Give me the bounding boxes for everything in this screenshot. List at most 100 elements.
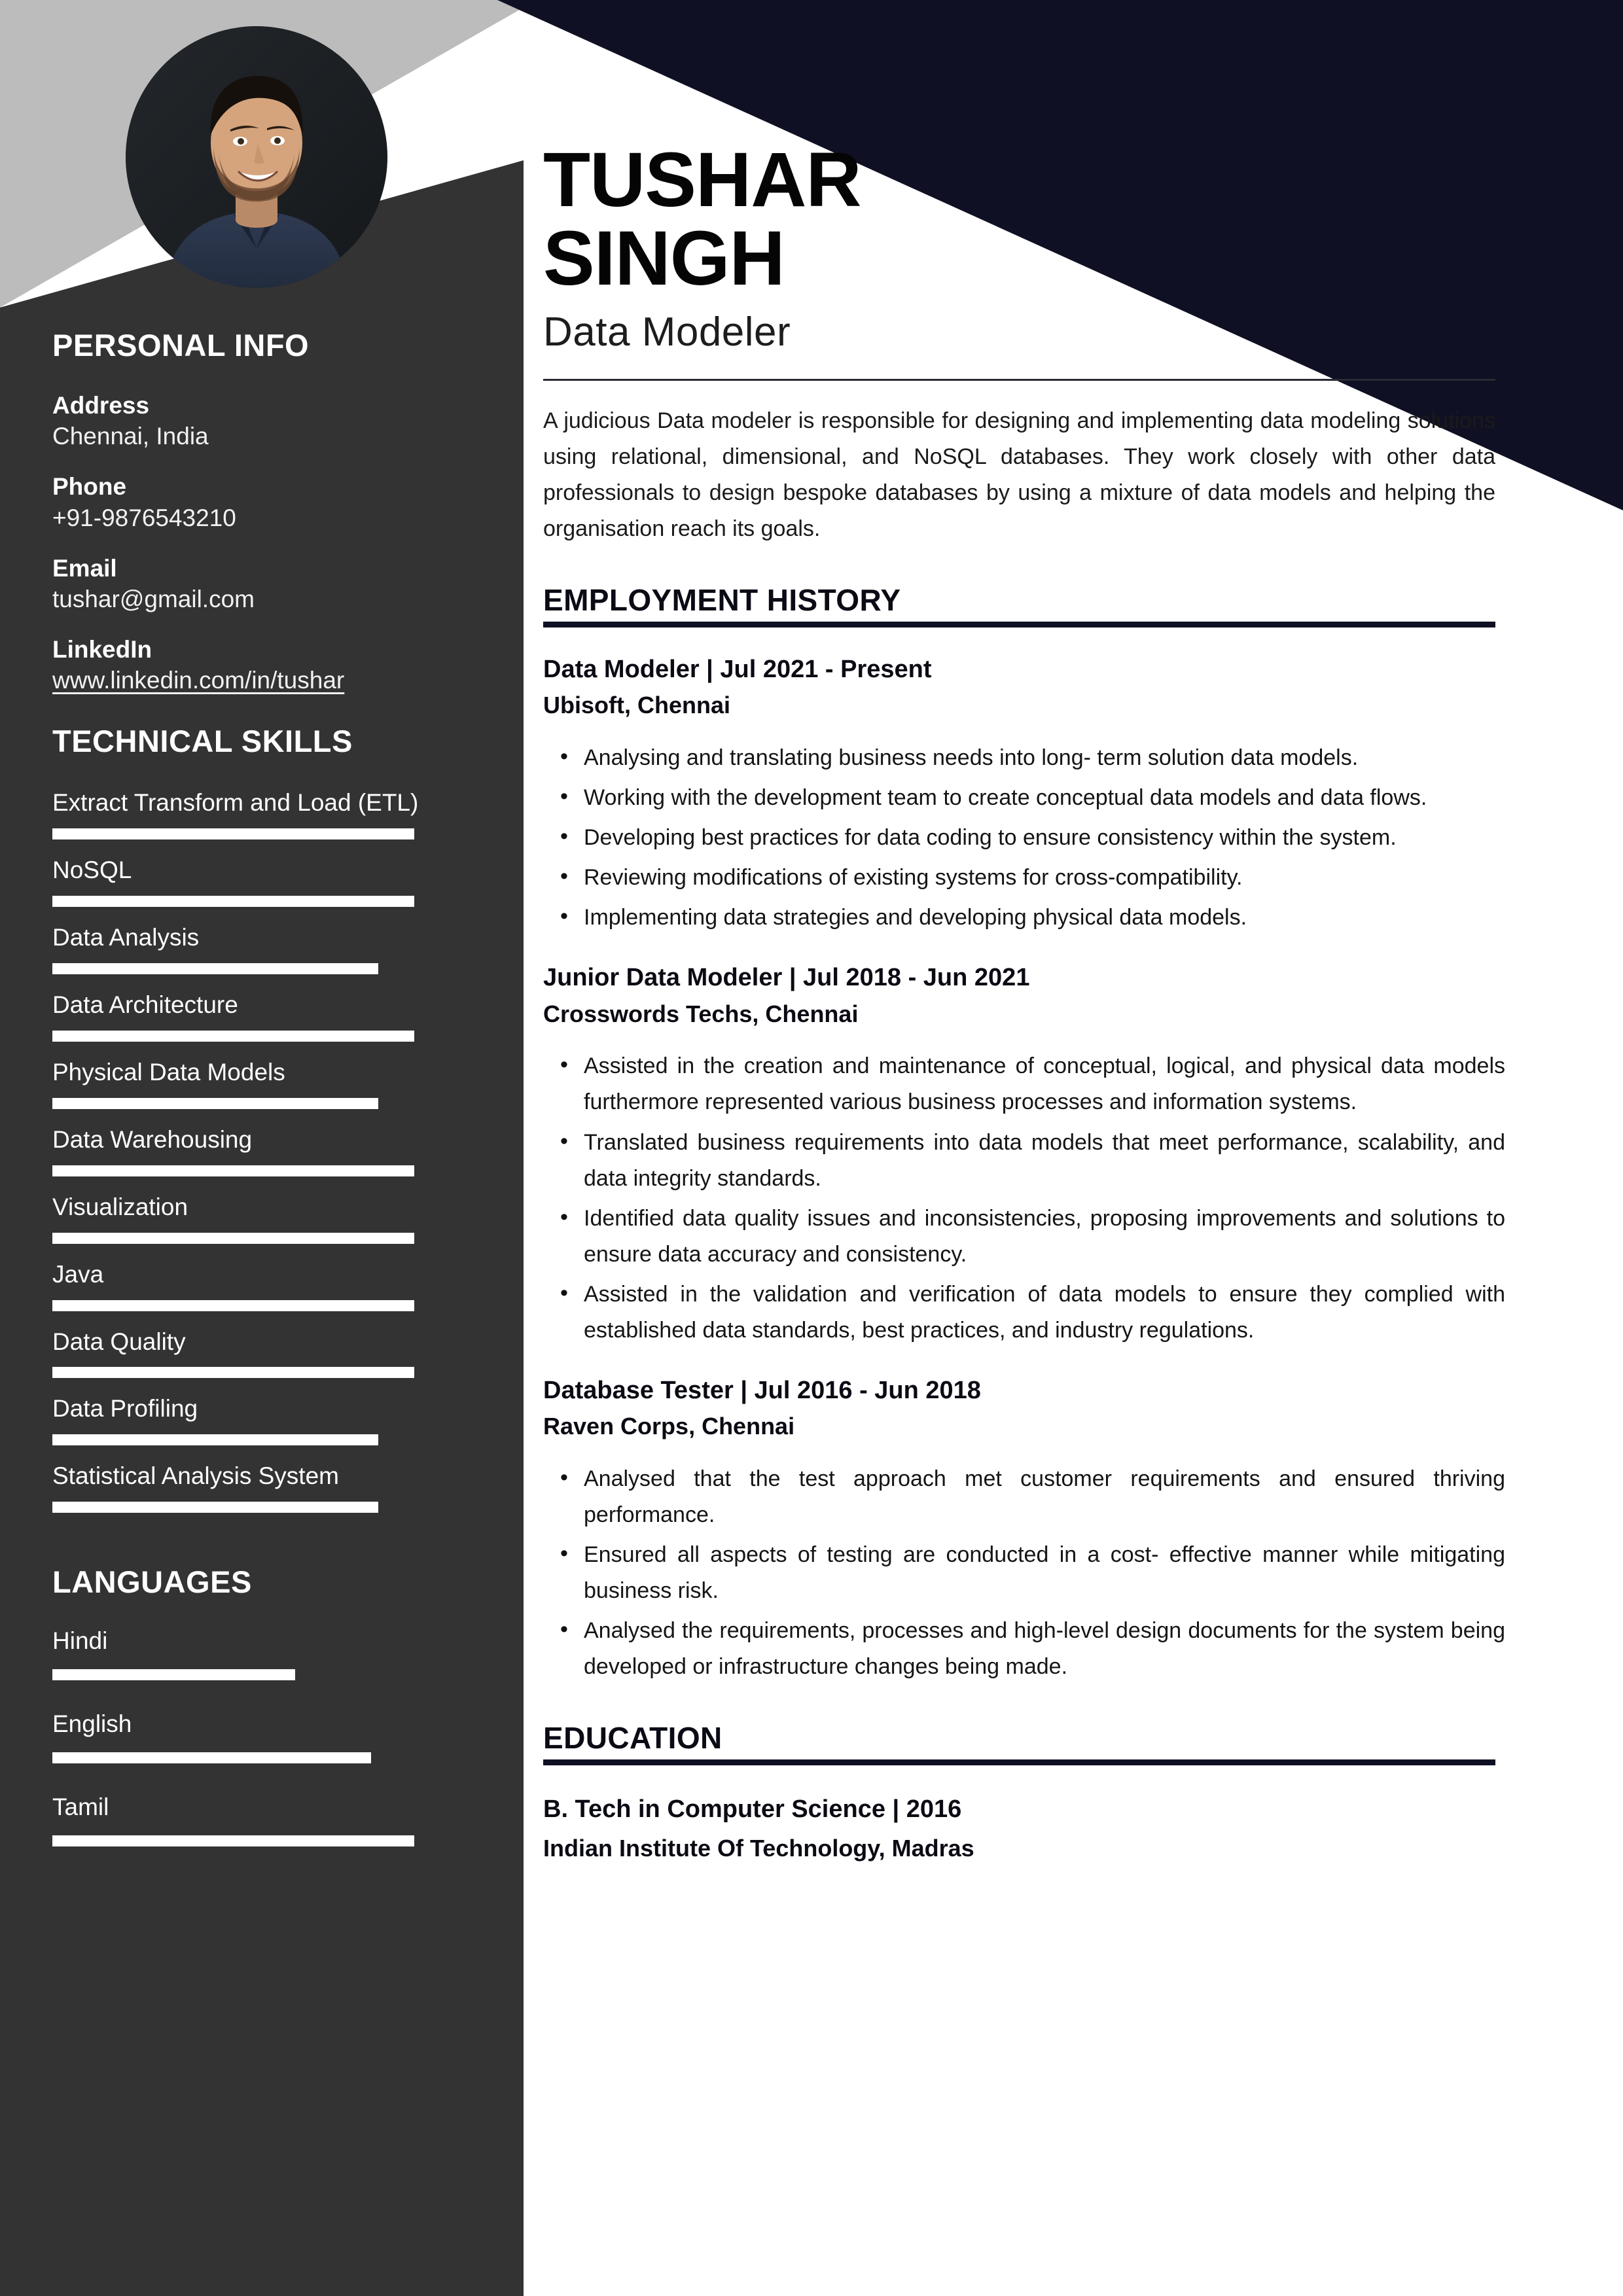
phone-value[interactable]: +91-9876543210 <box>52 503 471 534</box>
language-bar-track <box>52 1752 414 1763</box>
skill-item: Statistical Analysis System <box>52 1460 471 1513</box>
job-organisation: Crosswords Techs, Chennai <box>543 1000 859 1027</box>
languages-heading: LANGUAGES <box>52 1564 252 1599</box>
education-institution: Indian Institute Of Technology, Madras <box>543 1834 974 1862</box>
skill-label: Data Architecture <box>52 991 238 1018</box>
skill-label: Data Profiling <box>52 1395 198 1422</box>
language-bar-track <box>52 1835 414 1846</box>
skill-bar-track <box>52 1232 414 1244</box>
skill-bar-track <box>52 895 414 907</box>
info-row-linkedin: LinkedIn www.linkedin.com/in/tushar <box>52 635 471 696</box>
skill-bar-fill <box>52 963 378 974</box>
info-row-email: Email tushar@gmail.com <box>52 554 471 615</box>
skill-label: NoSQL <box>52 856 132 883</box>
skill-bar-fill <box>52 1030 414 1042</box>
skill-bar-track <box>52 1502 414 1513</box>
job-entry: Data Modeler | Jul 2021 - Present Ubisoft… <box>543 654 1505 936</box>
email-value[interactable]: tushar@gmail.com <box>52 584 471 615</box>
header-divider <box>543 378 1495 381</box>
job-bullet: Implementing data strategies and develop… <box>543 898 1505 936</box>
technical-skills-heading: TECHNICAL SKILLS <box>52 724 353 758</box>
language-item: Tamil <box>52 1793 471 1846</box>
technical-skills-section: TECHNICAL SKILLS Extract Transform and L… <box>52 723 471 1527</box>
profile-summary: A judicious Data modeler is responsible … <box>543 408 1495 541</box>
skill-label: Statistical Analysis System <box>52 1462 339 1490</box>
skill-bar-track <box>52 1434 414 1446</box>
job-organisation: Raven Corps, Chennai <box>543 1413 795 1440</box>
job-bullet: Analysed the requirements, processes and… <box>543 1612 1505 1685</box>
job-bullet: Analysed that the test approach met cust… <box>543 1460 1505 1533</box>
skill-item: Data Architecture <box>52 989 471 1042</box>
job-bullet: Analysing and translating business needs… <box>543 739 1505 776</box>
education-divider <box>543 1759 1495 1766</box>
linkedin-link[interactable]: www.linkedin.com/in/tushar <box>52 665 471 696</box>
languages-list: Hindi English Tamil <box>52 1627 471 1846</box>
skill-item: Data Profiling <box>52 1392 471 1446</box>
language-bar-track <box>52 1669 414 1680</box>
job-entry: Junior Data Modeler | Jul 2018 - Jun 202… <box>543 962 1505 1349</box>
technical-skills-list: Extract Transform and Load (ETL) NoSQL Dat… <box>52 786 471 1513</box>
sidebar: PERSONAL INFO Address Chennai, India Pho… <box>0 0 524 2296</box>
language-bar-fill <box>52 1669 295 1680</box>
phone-label: Phone <box>52 473 127 501</box>
job-bullet-list: Assisted in the creation and maintenance… <box>543 1047 1505 1349</box>
job-bullet: Ensured all aspects of testing are condu… <box>543 1536 1505 1609</box>
info-row-address: Address Chennai, India <box>52 391 471 452</box>
skill-item: Physical Data Models <box>52 1056 471 1109</box>
job-bullet: Reviewing modifications of existing syst… <box>543 858 1505 896</box>
info-row-phone: Phone +91-9876543210 <box>52 472 471 533</box>
skill-item: Data Warehousing <box>52 1123 471 1176</box>
personal-info-heading: PERSONAL INFO <box>52 328 310 362</box>
skill-item: Visualization <box>52 1191 471 1244</box>
skill-bar-fill <box>52 1232 414 1244</box>
language-bar-fill <box>52 1835 414 1846</box>
job-bullet: Working with the development team to cre… <box>543 779 1505 816</box>
skill-bar-fill <box>52 1367 414 1379</box>
job-bullet: Translated business requirements into da… <box>543 1123 1505 1197</box>
skill-bar-fill <box>52 1299 414 1311</box>
skill-label: Java <box>52 1260 104 1288</box>
job-bullet: Developing best practices for data codin… <box>543 819 1505 856</box>
job-bullet-list: Analysed that the test approach met cust… <box>543 1460 1505 1685</box>
language-bar-fill <box>52 1752 371 1763</box>
profile-photo <box>126 26 387 288</box>
last-name: SINGH <box>543 215 785 302</box>
education-degree: B. Tech in Computer Science | 2016 <box>543 1795 962 1824</box>
job-bullet: Assisted in the creation and maintenance… <box>543 1047 1505 1120</box>
job-bullet: Identified data quality issues and incon… <box>543 1199 1505 1273</box>
language-label: English <box>52 1710 132 1737</box>
education-heading: EDUCATION <box>543 1721 722 1756</box>
job-title: Data Modeler | Jul 2021 - Present <box>543 656 932 684</box>
skill-label: Data Warehousing <box>52 1125 253 1153</box>
skill-label: Visualization <box>52 1193 188 1220</box>
employment-list: Data Modeler | Jul 2021 - Present Ubisoft… <box>543 654 1505 1685</box>
skill-bar-fill <box>52 1097 378 1109</box>
job-role-subtitle: Data Modeler <box>543 309 791 355</box>
avatar <box>126 26 387 288</box>
skill-item: NoSQL <box>52 854 471 907</box>
skill-item: Data Quality <box>52 1326 471 1379</box>
email-label: Email <box>52 554 117 582</box>
skill-item: Data Analysis <box>52 921 471 974</box>
job-entry: Database Tester | Jul 2016 - Jun 2018 Rav… <box>543 1375 1505 1685</box>
employment-divider <box>543 622 1495 628</box>
languages-section: LANGUAGES Hindi English Tamil <box>52 1564 471 1877</box>
skill-bar-fill <box>52 1434 378 1446</box>
job-organisation: Ubisoft, Chennai <box>543 692 730 719</box>
job-title: Junior Data Modeler | Jul 2018 - Jun 202… <box>543 964 1030 992</box>
skill-label: Extract Transform and Load (ETL) <box>52 789 419 816</box>
skill-bar-track <box>52 1030 414 1042</box>
education-entry: B. Tech in Computer Science | 2016 Indian… <box>543 1793 1505 1865</box>
skill-item: Extract Transform and Load (ETL) <box>52 786 471 839</box>
skill-bar-track <box>52 1165 414 1176</box>
linkedin-label: LinkedIn <box>52 636 152 663</box>
main-content: TUSHAR SINGH Data Modeler A judicious Da… <box>543 0 1505 1865</box>
language-label: Tamil <box>52 1793 109 1820</box>
employment-history-heading: EMPLOYMENT HISTORY <box>543 583 901 618</box>
language-label: Hindi <box>52 1627 108 1654</box>
skill-bar-fill <box>52 1165 414 1176</box>
skill-bar-track <box>52 963 414 974</box>
skill-bar-track <box>52 1367 414 1379</box>
skill-label: Data Quality <box>52 1328 186 1355</box>
skill-label: Physical Data Models <box>52 1058 285 1086</box>
